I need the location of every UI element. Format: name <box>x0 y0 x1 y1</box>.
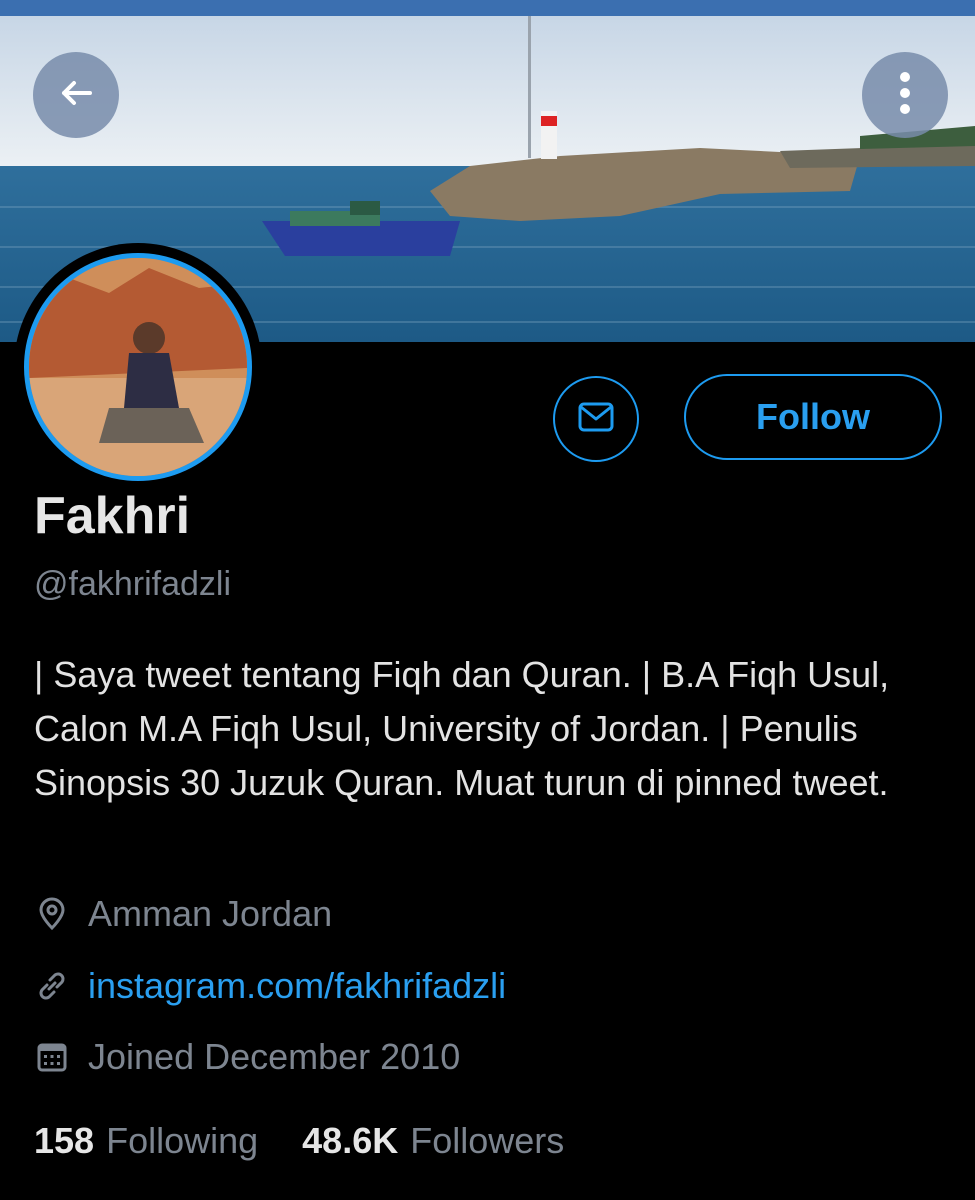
profile-name: Fakhri <box>34 487 191 545</box>
calendar-icon <box>34 1039 70 1075</box>
envelope-icon <box>574 395 618 444</box>
following-count: 158 <box>34 1120 95 1161</box>
follow-stats: 158 Following 48.6K Followers <box>34 1120 608 1162</box>
followers-label: Followers <box>410 1120 565 1161</box>
followers-count: 48.6K <box>302 1120 399 1161</box>
profile-bio: | Saya tweet tentang Fiqh dan Quran. | B… <box>34 654 890 803</box>
website-link[interactable]: instagram.com/fakhrifadzli <box>88 965 506 1007</box>
following-label: Following <box>106 1120 259 1161</box>
link-icon <box>34 968 70 1004</box>
arrow-left-icon <box>54 71 98 120</box>
more-vertical-icon <box>899 71 911 120</box>
avatar-image <box>24 253 252 481</box>
profile-handle: @fakhrifadzli <box>34 565 232 603</box>
status-strip <box>0 0 975 16</box>
website-row[interactable]: instagram.com/fakhrifadzli <box>34 965 506 1007</box>
joined-text: Joined December 2010 <box>88 1036 461 1077</box>
message-button[interactable] <box>553 376 639 462</box>
location-row: Amman Jordan <box>34 893 332 935</box>
location-pin-icon <box>34 896 70 932</box>
avatar[interactable] <box>14 243 262 491</box>
following-stat[interactable]: 158 Following <box>34 1120 258 1162</box>
back-button[interactable] <box>33 52 119 138</box>
joined-row: Joined December 2010 <box>34 1036 460 1078</box>
more-options-button[interactable] <box>862 52 948 138</box>
followers-stat[interactable]: 48.6K Followers <box>302 1120 564 1162</box>
follow-button[interactable]: Follow <box>684 374 942 460</box>
location-text: Amman Jordan <box>88 893 333 934</box>
